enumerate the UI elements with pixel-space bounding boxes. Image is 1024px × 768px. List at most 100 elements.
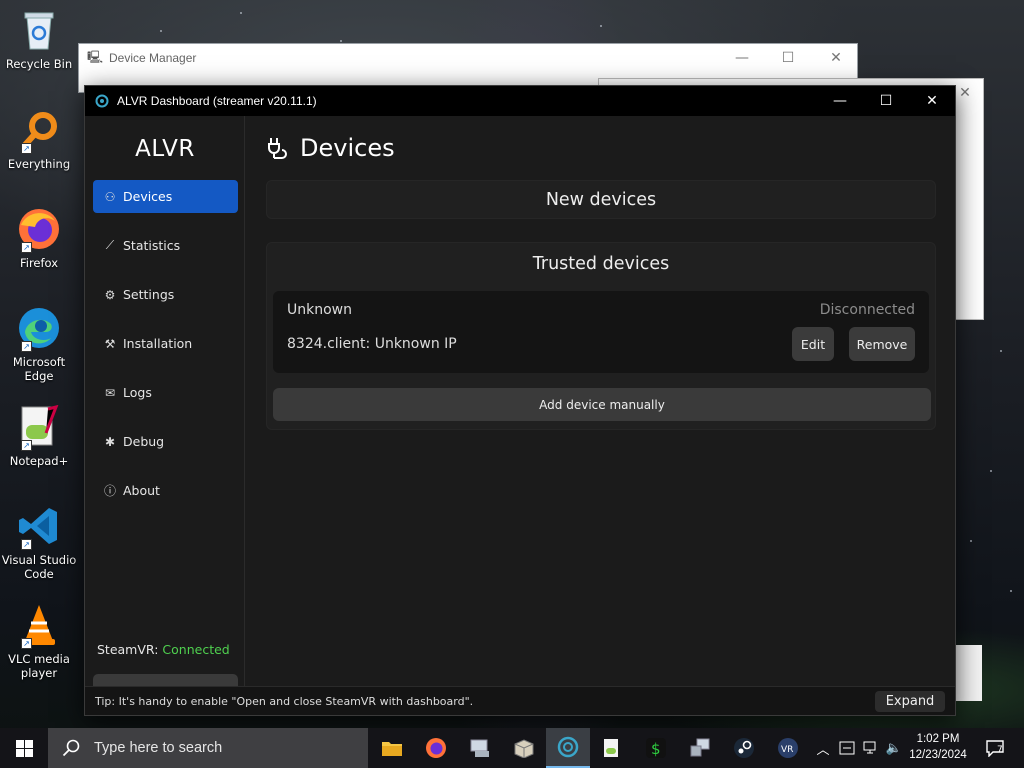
taskbar-network-app[interactable]: [678, 728, 722, 768]
network-computer-icon: [690, 738, 710, 757]
close-button[interactable]: ✕: [909, 86, 955, 116]
notification-center-button[interactable]: 7: [980, 728, 1010, 768]
taskbar-file-explorer[interactable]: [370, 728, 414, 768]
svg-text:VR: VR: [781, 745, 793, 755]
desktop-icon-vlc[interactable]: ↗ VLC media player: [0, 601, 78, 680]
device-card: Unknown Disconnected 8324.client: Unknow…: [273, 291, 929, 373]
desktop-icon-label: Everything: [7, 157, 71, 171]
desktop-icon-vscode[interactable]: ↗ Visual Studio Code: [0, 502, 78, 581]
plug-icon: [268, 138, 287, 159]
desktop-icon-notepad-plus[interactable]: ↗ Notepad+: [0, 403, 78, 468]
desktop-icon-firefox[interactable]: ↗ Firefox: [0, 205, 78, 270]
tray-app-icon-button[interactable]: [836, 728, 858, 768]
vlc-icon: ↗: [15, 601, 63, 649]
sidebar-item-settings[interactable]: ⚙ Settings: [93, 278, 238, 311]
device-name: Unknown: [287, 302, 352, 318]
taskbar-steamvr[interactable]: VR: [766, 728, 810, 768]
info-icon: ⓘ: [103, 484, 116, 498]
package-icon: [514, 739, 534, 758]
sidebar-item-about[interactable]: ⓘ About: [93, 474, 238, 507]
bug-icon: ✱: [104, 434, 116, 449]
firefox-icon: [426, 738, 446, 758]
clock-date: 12/23/2024: [909, 749, 967, 761]
taskbar-green-app[interactable]: $: [634, 728, 678, 768]
sidebar: ALVR ⚇ Devices ⟋ Statistics ⚙ Settings ⚒ Ins…: [85, 116, 245, 707]
everything-search-icon: ↗: [15, 106, 63, 154]
sidebar-item-label: Settings: [123, 287, 175, 302]
network-button[interactable]: [860, 728, 882, 768]
logs-icon: ✉: [104, 385, 116, 400]
taskbar-steam[interactable]: [722, 728, 766, 768]
window-title: ALVR Dashboard (streamer v20.11.1): [117, 94, 317, 108]
taskbar-alvr[interactable]: [546, 728, 590, 768]
maximize-button[interactable]: ☐: [863, 86, 909, 116]
new-devices-panel: New devices: [266, 180, 936, 219]
search-placeholder: Type here to search: [94, 740, 223, 756]
plug-icon: ⚇: [104, 189, 116, 204]
taskbar-clock[interactable]: 1:02 PM 12/23/2024: [906, 731, 970, 763]
taskbar-firefox[interactable]: [414, 728, 458, 768]
steam-icon: [734, 738, 754, 758]
taskbar-package-app[interactable]: [502, 728, 546, 768]
bg-maximize-button[interactable]: ☐: [765, 44, 811, 72]
notification-count: 7: [997, 745, 1003, 755]
device-manager-title: Device Manager: [109, 51, 197, 65]
firefox-icon: ↗: [15, 205, 63, 253]
desktop-icon-label: Notepad+: [9, 454, 69, 468]
sidebar-item-statistics[interactable]: ⟋ Statistics: [93, 229, 238, 262]
show-hidden-icons-button[interactable]: ︿: [814, 728, 832, 768]
tip-text: Tip: It's handy to enable "Open and clos…: [95, 694, 474, 708]
windows-logo-icon: [15, 739, 33, 757]
notepad-plus-icon: ↗: [15, 403, 63, 451]
taskbar: Type here to search $ VR ︿ 🔈 1:02 PM 12/…: [0, 728, 1024, 768]
steamvr-label: SteamVR:: [97, 642, 159, 657]
desktop-icon-edge[interactable]: ↗ Microsoft Edge: [0, 304, 78, 383]
title-bar[interactable]: ALVR Dashboard (streamer v20.11.1) — ☐ ✕: [85, 86, 955, 116]
taskbar-device-manager[interactable]: [458, 728, 502, 768]
clock-time: 1:02 PM: [916, 733, 960, 745]
alvr-logo-icon: [95, 94, 109, 108]
sidebar-item-label: Installation: [123, 336, 193, 351]
desktop-icon-label: VLC media player: [8, 652, 70, 680]
volume-button[interactable]: 🔈: [884, 728, 904, 768]
taskbar-search-box[interactable]: Type here to search: [48, 728, 368, 768]
start-button[interactable]: [0, 728, 48, 768]
sidebar-item-label: Devices: [123, 189, 173, 204]
page-title: Devices: [266, 134, 395, 162]
folder-icon: [382, 742, 402, 756]
remove-button[interactable]: Remove: [849, 327, 915, 361]
chevron-up-icon: ︿: [816, 742, 830, 758]
bg-close-button[interactable]: ✕: [813, 44, 859, 72]
edit-button[interactable]: Edit: [792, 327, 834, 361]
search-icon: [62, 739, 80, 757]
tip-bar: Tip: It's handy to enable "Open and clos…: [85, 686, 955, 715]
new-devices-header: New devices: [545, 190, 657, 210]
sidebar-item-label: About: [123, 483, 160, 498]
sidebar-item-devices[interactable]: ⚇ Devices: [93, 180, 238, 213]
alvr-logo-icon: [557, 736, 579, 758]
device-manager-icon: 🖳: [87, 49, 104, 64]
steamvr-icon: VR: [778, 738, 798, 758]
sidebar-item-debug[interactable]: ✱ Debug: [93, 425, 238, 458]
alvr-dashboard-window: ALVR Dashboard (streamer v20.11.1) — ☐ ✕…: [84, 85, 956, 716]
sidebar-item-label: Debug: [123, 434, 165, 449]
desktop-icon-recycle-bin[interactable]: Recycle Bin: [0, 6, 78, 71]
add-device-manually-button[interactable]: Add device manually: [273, 388, 931, 421]
trusted-devices-header: Trusted devices: [532, 254, 670, 274]
desktop-icon-label: Microsoft Edge: [12, 355, 66, 383]
trusted-devices-panel: Trusted devices Unknown Disconnected 832…: [266, 242, 936, 430]
tray-app-icon: [839, 741, 855, 755]
minimize-button[interactable]: —: [817, 86, 863, 116]
bg-minimize-button[interactable]: —: [719, 44, 765, 72]
sidebar-item-logs[interactable]: ✉ Logs: [93, 376, 238, 409]
chart-icon: ⟋: [105, 238, 115, 252]
taskbar-notepad-plus[interactable]: [590, 728, 634, 768]
expand-button[interactable]: Expand: [875, 691, 945, 712]
sidebar-item-installation[interactable]: ⚒ Installation: [93, 327, 238, 360]
desktop-icon-label: Recycle Bin: [5, 57, 73, 71]
desktop-icon-everything[interactable]: ↗ Everything: [0, 106, 78, 171]
recycle-bin-icon: [15, 6, 63, 54]
main-content: Devices New devices Trusted devices Unkn…: [246, 116, 955, 686]
steamvr-status: SteamVR: Connected: [97, 642, 230, 657]
app-brand: ALVR: [135, 136, 195, 162]
